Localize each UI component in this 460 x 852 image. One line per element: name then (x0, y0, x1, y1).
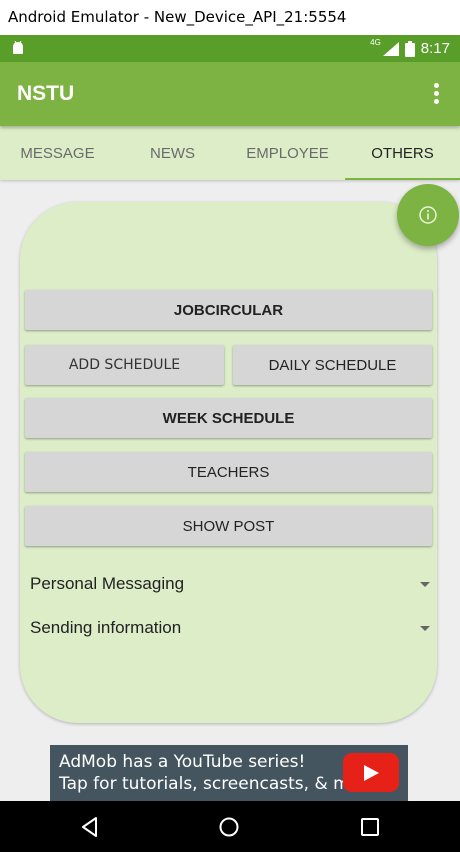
system-nav-bar (0, 801, 460, 852)
ad-line-2: Tap for tutorials, screencasts, & more. (59, 774, 383, 794)
tab-news[interactable]: NEWS (115, 126, 230, 180)
ad-line-1: AdMob has a YouTube series! (59, 752, 306, 772)
app-bar: NSTU (0, 62, 460, 126)
play-triangle-icon (364, 764, 379, 781)
others-card: JOBCIRCULAR ADD SCHEDULE DAILY SCHEDULE … (20, 202, 437, 723)
spinner-selected-value: Sending information (30, 618, 182, 637)
tab-others[interactable]: OTHERS (345, 126, 460, 180)
sending-information-spinner[interactable]: Sending information (30, 613, 430, 643)
signal-icon (382, 41, 399, 56)
admob-banner[interactable]: AdMob has a YouTube series! Tap for tuto… (50, 745, 408, 801)
battery-icon (404, 40, 415, 57)
dropdown-arrow-icon (420, 625, 430, 631)
window-title: Android Emulator - New_Device_API_21:555… (8, 8, 347, 26)
content-area: JOBCIRCULAR ADD SCHEDULE DAILY SCHEDULE … (0, 180, 460, 801)
back-icon[interactable] (78, 815, 102, 839)
app-title: NSTU (17, 82, 75, 105)
info-icon (419, 206, 437, 224)
daily-schedule-button[interactable]: DAILY SCHEDULE (233, 345, 432, 385)
recents-icon[interactable] (358, 815, 382, 839)
tab-bar: MESSAGE NEWS EMPLOYEE OTHERS (0, 126, 460, 180)
spinner-selected-value: Personal Messaging (30, 574, 185, 593)
personal-messaging-spinner[interactable]: Personal Messaging (30, 569, 430, 599)
emulator-title-bar: Android Emulator - New_Device_API_21:555… (0, 0, 460, 35)
youtube-play-icon (343, 753, 399, 792)
status-indicators: 4G 8:17 (370, 35, 450, 62)
status-time: 8:17 (420, 40, 450, 57)
dropdown-arrow-icon (420, 581, 430, 587)
jobcircular-button[interactable]: JOBCIRCULAR (25, 290, 432, 330)
teachers-button[interactable]: TEACHERS (25, 452, 432, 492)
add-schedule-button[interactable]: ADD SCHEDULE (25, 345, 224, 385)
week-schedule-button[interactable]: WEEK SCHEDULE (25, 398, 432, 438)
home-icon[interactable] (217, 815, 241, 839)
info-fab-button[interactable] (397, 184, 459, 246)
tab-employee[interactable]: EMPLOYEE (230, 126, 345, 180)
show-post-button[interactable]: SHOW POST (25, 506, 432, 546)
overflow-menu-icon[interactable] (434, 83, 440, 105)
android-icon (13, 41, 23, 54)
tab-message[interactable]: MESSAGE (0, 126, 115, 180)
ad-text: AdMob has a YouTube series! Tap for tuto… (59, 751, 383, 795)
network-type-label: 4G (370, 38, 381, 47)
